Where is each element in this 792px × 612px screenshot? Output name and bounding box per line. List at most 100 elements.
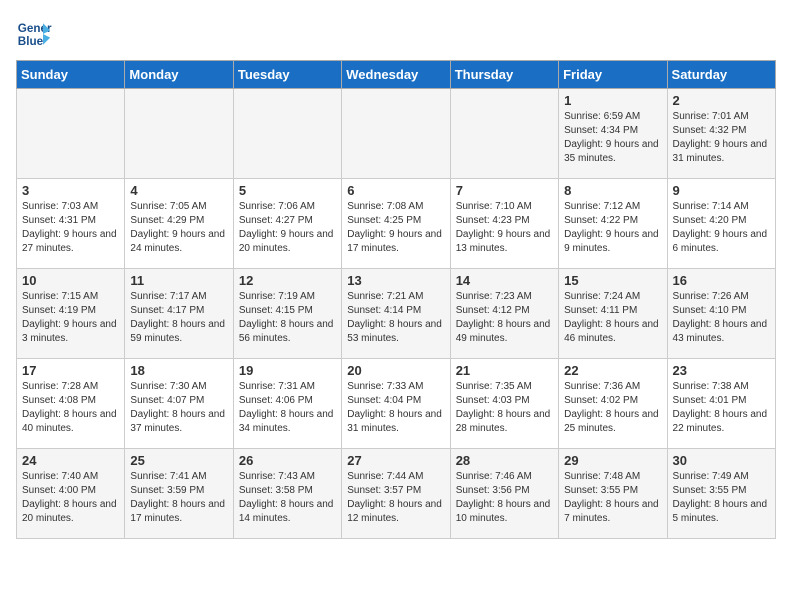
weekday-header-monday: Monday [125, 61, 233, 89]
calendar-cell: 7 Sunrise: 7:10 AM Sunset: 4:23 PM Daylig… [450, 179, 558, 269]
week-row-4: 17 Sunrise: 7:28 AM Sunset: 4:08 PM Dayli… [17, 359, 776, 449]
day-info: Sunrise: 7:23 AM Sunset: 4:12 PM Dayligh… [456, 290, 553, 346]
day-info: Sunrise: 7:41 AM Sunset: 3:59 PM Dayligh… [130, 470, 227, 526]
calendar-cell: 24 Sunrise: 7:40 AM Sunset: 4:00 PM Dayli… [17, 449, 125, 539]
calendar-cell [17, 89, 125, 179]
day-number: 27 [347, 453, 444, 468]
day-info: Sunrise: 7:30 AM Sunset: 4:07 PM Dayligh… [130, 380, 227, 436]
calendar-cell: 30 Sunrise: 7:49 AM Sunset: 3:55 PM Dayli… [667, 449, 775, 539]
calendar-cell [450, 89, 558, 179]
logo-icon: General Blue [16, 16, 52, 52]
calendar-cell: 21 Sunrise: 7:35 AM Sunset: 4:03 PM Dayli… [450, 359, 558, 449]
calendar-cell: 16 Sunrise: 7:26 AM Sunset: 4:10 PM Dayli… [667, 269, 775, 359]
day-info: Sunrise: 7:46 AM Sunset: 3:56 PM Dayligh… [456, 470, 553, 526]
day-number: 11 [130, 273, 227, 288]
day-info: Sunrise: 7:26 AM Sunset: 4:10 PM Dayligh… [673, 290, 770, 346]
week-row-1: 1 Sunrise: 6:59 AM Sunset: 4:34 PM Daylig… [17, 89, 776, 179]
day-number: 28 [456, 453, 553, 468]
day-number: 15 [564, 273, 661, 288]
week-row-5: 24 Sunrise: 7:40 AM Sunset: 4:00 PM Dayli… [17, 449, 776, 539]
day-info: Sunrise: 7:21 AM Sunset: 4:14 PM Dayligh… [347, 290, 444, 346]
weekday-header-saturday: Saturday [667, 61, 775, 89]
calendar-cell [233, 89, 341, 179]
weekday-header-friday: Friday [559, 61, 667, 89]
calendar-cell: 12Sunrise: 7:19 AM Sunset: 4:15 PM Dayli… [233, 269, 341, 359]
calendar-cell [125, 89, 233, 179]
day-number: 13 [347, 273, 444, 288]
calendar-cell: 13 Sunrise: 7:21 AM Sunset: 4:14 PM Dayli… [342, 269, 450, 359]
calendar-cell: 29 Sunrise: 7:48 AM Sunset: 3:55 PM Dayli… [559, 449, 667, 539]
calendar-cell: 15Sunrise: 7:24 AM Sunset: 4:11 PM Dayli… [559, 269, 667, 359]
day-info: Sunrise: 7:33 AM Sunset: 4:04 PM Dayligh… [347, 380, 444, 436]
day-info: Sunrise: 6:59 AM Sunset: 4:34 PM Dayligh… [564, 110, 661, 166]
calendar-cell: 1 Sunrise: 6:59 AM Sunset: 4:34 PM Daylig… [559, 89, 667, 179]
day-info: Sunrise: 7:38 AM Sunset: 4:01 PM Dayligh… [673, 380, 770, 436]
week-row-2: 3Sunrise: 7:03 AM Sunset: 4:31 PM Daylig… [17, 179, 776, 269]
day-info: Sunrise: 7:10 AM Sunset: 4:23 PM Dayligh… [456, 200, 553, 256]
day-info: Sunrise: 7:43 AM Sunset: 3:58 PM Dayligh… [239, 470, 336, 526]
weekday-header-row: SundayMondayTuesdayWednesdayThursdayFrid… [17, 61, 776, 89]
calendar-cell: 3Sunrise: 7:03 AM Sunset: 4:31 PM Daylig… [17, 179, 125, 269]
day-info: Sunrise: 7:31 AM Sunset: 4:06 PM Dayligh… [239, 380, 336, 436]
day-info: Sunrise: 7:17 AM Sunset: 4:17 PM Dayligh… [130, 290, 227, 346]
svg-text:Blue: Blue [18, 35, 44, 48]
day-number: 23 [673, 363, 770, 378]
day-number: 19 [239, 363, 336, 378]
day-info: Sunrise: 7:28 AM Sunset: 4:08 PM Dayligh… [22, 380, 119, 436]
weekday-header-tuesday: Tuesday [233, 61, 341, 89]
day-info: Sunrise: 7:35 AM Sunset: 4:03 PM Dayligh… [456, 380, 553, 436]
calendar-cell: 18 Sunrise: 7:30 AM Sunset: 4:07 PM Dayli… [125, 359, 233, 449]
day-number: 7 [456, 183, 553, 198]
day-number: 20 [347, 363, 444, 378]
day-info: Sunrise: 7:36 AM Sunset: 4:02 PM Dayligh… [564, 380, 661, 436]
calendar-cell: 4 Sunrise: 7:05 AM Sunset: 4:29 PM Daylig… [125, 179, 233, 269]
day-info: Sunrise: 7:08 AM Sunset: 4:25 PM Dayligh… [347, 200, 444, 256]
day-info: Sunrise: 7:44 AM Sunset: 3:57 PM Dayligh… [347, 470, 444, 526]
calendar-cell: 17 Sunrise: 7:28 AM Sunset: 4:08 PM Dayli… [17, 359, 125, 449]
calendar-cell: 5Sunrise: 7:06 AM Sunset: 4:27 PM Daylig… [233, 179, 341, 269]
calendar-table: SundayMondayTuesdayWednesdayThursdayFrid… [16, 60, 776, 539]
calendar-cell: 19 Sunrise: 7:31 AM Sunset: 4:06 PM Dayli… [233, 359, 341, 449]
day-number: 18 [130, 363, 227, 378]
weekday-header-thursday: Thursday [450, 61, 558, 89]
day-info: Sunrise: 7:05 AM Sunset: 4:29 PM Dayligh… [130, 200, 227, 256]
day-number: 21 [456, 363, 553, 378]
logo: General Blue [16, 16, 52, 52]
day-number: 26 [239, 453, 336, 468]
day-number: 14 [456, 273, 553, 288]
calendar-cell: 26 Sunrise: 7:43 AM Sunset: 3:58 PM Dayli… [233, 449, 341, 539]
day-info: Sunrise: 7:15 AM Sunset: 4:19 PM Dayligh… [22, 290, 119, 346]
calendar-cell: 27 Sunrise: 7:44 AM Sunset: 3:57 PM Dayli… [342, 449, 450, 539]
week-row-3: 10 Sunrise: 7:15 AM Sunset: 4:19 PM Dayli… [17, 269, 776, 359]
calendar-cell: 23 Sunrise: 7:38 AM Sunset: 4:01 PM Dayli… [667, 359, 775, 449]
day-number: 24 [22, 453, 119, 468]
calendar-cell: 6 Sunrise: 7:08 AM Sunset: 4:25 PM Daylig… [342, 179, 450, 269]
calendar-cell [342, 89, 450, 179]
header: General Blue [16, 16, 776, 52]
calendar-cell: 2 Sunrise: 7:01 AM Sunset: 4:32 PM Daylig… [667, 89, 775, 179]
day-number: 10 [22, 273, 119, 288]
day-number: 3 [22, 183, 119, 198]
calendar-cell: 9Sunrise: 7:14 AM Sunset: 4:20 PM Daylig… [667, 179, 775, 269]
day-number: 8 [564, 183, 661, 198]
day-number: 16 [673, 273, 770, 288]
day-number: 2 [673, 93, 770, 108]
day-info: Sunrise: 7:14 AM Sunset: 4:20 PM Dayligh… [673, 200, 770, 256]
day-number: 4 [130, 183, 227, 198]
weekday-header-wednesday: Wednesday [342, 61, 450, 89]
day-info: Sunrise: 7:12 AM Sunset: 4:22 PM Dayligh… [564, 200, 661, 256]
calendar-cell: 14 Sunrise: 7:23 AM Sunset: 4:12 PM Dayli… [450, 269, 558, 359]
calendar-cell: 10 Sunrise: 7:15 AM Sunset: 4:19 PM Dayli… [17, 269, 125, 359]
day-info: Sunrise: 7:48 AM Sunset: 3:55 PM Dayligh… [564, 470, 661, 526]
day-info: Sunrise: 7:40 AM Sunset: 4:00 PM Dayligh… [22, 470, 119, 526]
calendar-cell: 25Sunrise: 7:41 AM Sunset: 3:59 PM Dayli… [125, 449, 233, 539]
day-number: 29 [564, 453, 661, 468]
day-number: 1 [564, 93, 661, 108]
day-info: Sunrise: 7:01 AM Sunset: 4:32 PM Dayligh… [673, 110, 770, 166]
weekday-header-sunday: Sunday [17, 61, 125, 89]
calendar-cell: 11 Sunrise: 7:17 AM Sunset: 4:17 PM Dayli… [125, 269, 233, 359]
day-number: 6 [347, 183, 444, 198]
day-info: Sunrise: 7:49 AM Sunset: 3:55 PM Dayligh… [673, 470, 770, 526]
day-number: 30 [673, 453, 770, 468]
day-number: 17 [22, 363, 119, 378]
